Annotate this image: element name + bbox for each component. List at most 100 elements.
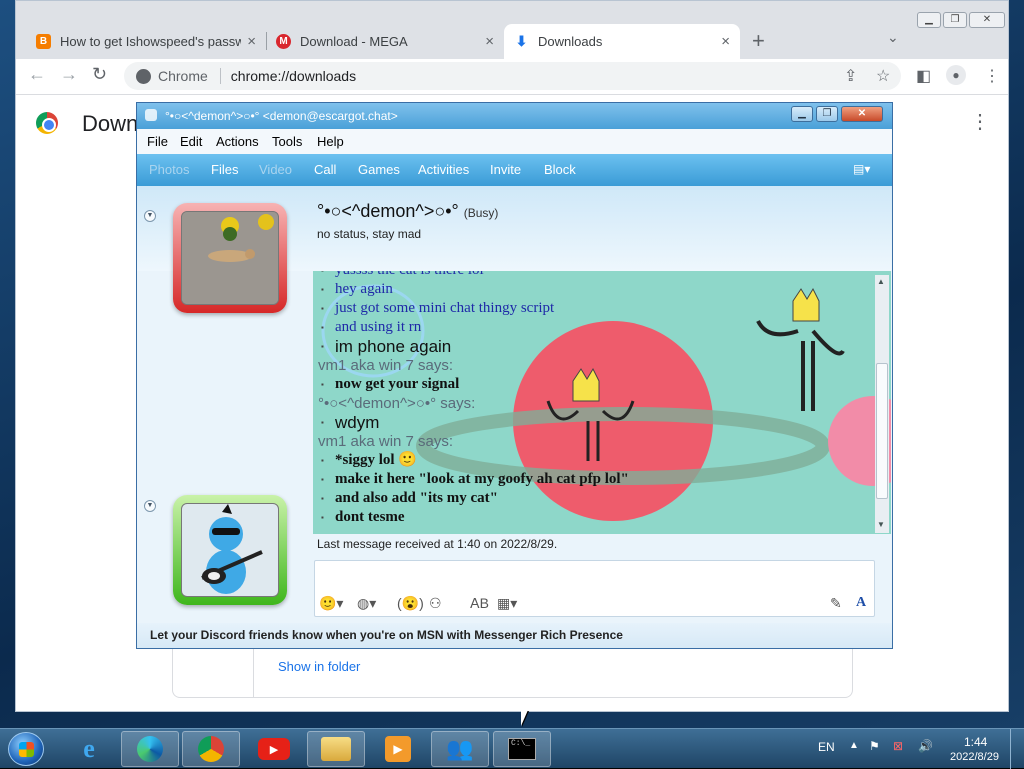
close-tab-icon[interactable]: × <box>247 33 256 50</box>
menu-file[interactable]: File <box>147 134 168 149</box>
share-icon[interactable]: ⇪ <box>844 66 857 86</box>
contact-display-picture[interactable] <box>173 203 287 313</box>
close-tab-icon[interactable]: × <box>721 33 730 50</box>
taskbar-edge[interactable] <box>121 731 179 767</box>
taskbar-media[interactable]: ▶ <box>369 731 427 767</box>
omnibox-divider <box>219 68 221 84</box>
taskbar-youtube[interactable]: ▶ <box>245 731 303 767</box>
chat-message: and using it rn <box>321 318 872 337</box>
window-title: °•○<^demon^>○•° <demon@escargot.chat> <box>165 109 398 123</box>
media-player-icon: ▶ <box>385 736 411 762</box>
toolbar-block[interactable]: Block <box>544 162 576 177</box>
show-hidden-icons[interactable]: ▲ <box>849 740 859 751</box>
forward-icon[interactable]: → <box>60 64 78 85</box>
scroll-down-icon[interactable]: ▼ <box>877 520 885 529</box>
font-icon[interactable]: A <box>856 595 866 611</box>
own-display-picture[interactable] <box>173 495 287 605</box>
minimize-button[interactable]: ▁ <box>917 12 941 28</box>
new-tab-button[interactable]: + <box>752 28 765 54</box>
close-window-button[interactable]: ✕ <box>969 12 1005 28</box>
toolbar-video: Video <box>259 162 293 177</box>
emoticon-icon[interactable]: 🙂▾ <box>319 595 343 612</box>
tab-blogger[interactable]: B How to get Ishowspeed's passwo × <box>26 24 266 59</box>
chat-message: now get your signal <box>321 375 872 394</box>
sender-line: vm1 aka win 7 says: <box>318 357 454 374</box>
page-menu-icon[interactable]: ⋮ <box>970 109 990 134</box>
voice-clip-icon[interactable]: ⚇ <box>429 595 442 612</box>
address-bar[interactable]: Chrome chrome://downloads <box>124 62 901 90</box>
sender-line: vm1 aka win 7 says: <box>318 433 454 450</box>
conversation-scrollbar[interactable]: ▲ ▼ <box>875 275 889 533</box>
taskbar-chrome[interactable] <box>182 731 240 767</box>
menu-edit[interactable]: Edit <box>180 134 202 149</box>
close-tab-icon[interactable]: × <box>485 33 494 50</box>
collapse-self-icon[interactable]: ▼ <box>144 500 156 512</box>
info-bar[interactable]: Let your Discord friends know when you'r… <box>137 623 892 648</box>
msn-minimize-button[interactable]: ▁ <box>791 106 813 122</box>
messenger-menu-bar: File Edit Actions Tools Help <box>137 129 892 154</box>
bookmark-star-icon[interactable]: ☆ <box>876 66 890 86</box>
taskbar-ie[interactable]: e <box>60 731 118 767</box>
msn-maximize-button[interactable]: ❐ <box>816 106 838 122</box>
side-panel-icon[interactable]: ◧ <box>916 66 931 86</box>
chrome-logo-icon <box>36 112 58 134</box>
background-icon[interactable]: ▦▾ <box>497 595 517 612</box>
personal-message: no status, stay mad <box>317 227 422 241</box>
wink-icon[interactable]: ◍▾ <box>357 595 376 612</box>
tab-title: How to get Ishowspeed's passwo <box>60 34 242 49</box>
language-indicator[interactable]: EN <box>818 740 835 754</box>
messenger-window: °•○<^demon^>○•° <demon@escargot.chat> ▁ … <box>136 102 893 649</box>
action-center-icon[interactable]: ⚑ <box>869 739 880 753</box>
start-button[interactable] <box>8 732 44 766</box>
command-prompt-icon: C:\_ <box>508 738 536 760</box>
toolbar-call[interactable]: Call <box>314 162 336 177</box>
menu-tools[interactable]: Tools <box>272 134 302 149</box>
tab-search-icon[interactable]: ⌄ <box>887 29 899 46</box>
taskbar-cmd[interactable]: C:\_ <box>493 731 551 767</box>
menu-kebab-icon[interactable]: ⋮ <box>984 66 1000 86</box>
toolbar-files[interactable]: Files <box>211 162 238 177</box>
message-list: yussss the cat is there lol hey again ju… <box>317 271 872 527</box>
maximize-button[interactable]: ❐ <box>943 12 967 28</box>
edge-icon <box>137 736 163 762</box>
taskbar-explorer[interactable] <box>307 731 365 767</box>
volume-icon[interactable]: 🔊 <box>918 739 933 753</box>
toolbar-invite[interactable]: Invite <box>490 162 521 177</box>
scroll-up-icon[interactable]: ▲ <box>877 277 885 286</box>
messenger-title-bar[interactable]: °•○<^demon^>○•° <demon@escargot.chat> ▁ … <box>137 103 892 129</box>
show-in-folder-link[interactable]: Show in folder <box>278 659 360 674</box>
chat-message: yussss the cat is there lol <box>321 271 872 280</box>
tab-downloads[interactable]: ⬇ Downloads × <box>504 24 740 59</box>
messenger-buddies-icon: 👥 <box>446 736 474 761</box>
menu-help[interactable]: Help <box>317 134 344 149</box>
message-input[interactable]: 🙂▾ ◍▾ (😮) ⚇ ꓮB ▦▾ ✎ A <box>314 560 875 617</box>
nudge-icon[interactable]: (😮) <box>397 595 424 612</box>
chat-message: *siggy lol 🙂 <box>321 451 872 470</box>
chat-message: and also add "its my cat" <box>321 489 872 508</box>
chrome-page-icon <box>136 68 151 84</box>
url-text: chrome://downloads <box>230 68 357 84</box>
clock-date[interactable]: 2022/8/29 <box>950 751 999 763</box>
toolbar-activities[interactable]: Activities <box>418 162 469 177</box>
msn-close-button[interactable]: ✕ <box>841 106 883 122</box>
windows-logo-icon <box>19 742 34 757</box>
show-menu-icon[interactable]: ▤▾ <box>853 162 870 176</box>
tab-mega[interactable]: M Download - MEGA × <box>266 24 504 59</box>
scroll-thumb[interactable] <box>876 363 888 499</box>
network-icon[interactable]: ⊠ <box>893 739 903 753</box>
profile-avatar-icon[interactable]: ● <box>946 65 966 85</box>
taskbar-messenger[interactable]: 👥 <box>431 731 489 767</box>
clock-time[interactable]: 1:44 <box>964 735 987 749</box>
collapse-contact-icon[interactable]: ▼ <box>144 210 156 222</box>
reload-icon[interactable]: ↻ <box>92 64 107 85</box>
browser-toolbar: ← → ↻ Chrome chrome://downloads ⇪ ☆ ◧ ● … <box>16 59 1008 95</box>
handwriting-icon[interactable]: ꓮB <box>470 595 489 612</box>
toolbar-games[interactable]: Games <box>358 162 400 177</box>
cat-photo-art <box>182 212 278 304</box>
menu-actions[interactable]: Actions <box>216 134 259 149</box>
pen-icon[interactable]: ✎ <box>830 595 842 612</box>
conversation-history[interactable]: yussss the cat is there lol hey again ju… <box>313 271 891 534</box>
tab-strip: B How to get Ishowspeed's passwo × M Dow… <box>16 1 1008 59</box>
show-desktop-button[interactable] <box>1010 729 1024 769</box>
back-icon[interactable]: ← <box>28 64 46 85</box>
